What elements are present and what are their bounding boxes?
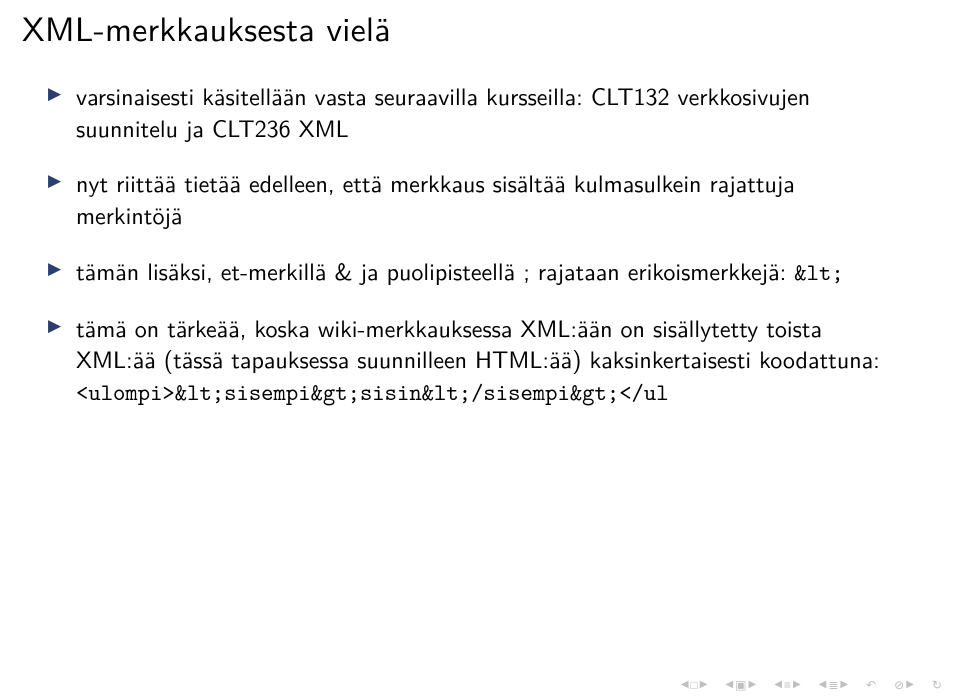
slide-body: varsinaisesti käsitellään vasta seuraavi… [0, 80, 960, 408]
bullet-text: tämä on tärkeää, koska wiki-merkkauksess… [76, 310, 880, 377]
nav-group-refresh: ↻ [932, 678, 942, 690]
bullet-item: tämä on tärkeää, koska wiki-merkkauksess… [48, 312, 904, 408]
next-frame-icon[interactable]: ▶ [749, 679, 757, 689]
next-slide-icon[interactable]: ▶ [700, 679, 708, 689]
bullet-code: &lt; [794, 257, 843, 288]
bullet-item: tämän lisäksi, et-merkillä & ja puolipis… [48, 255, 904, 288]
nav-group-section: ◀ ≡ ▶ [774, 678, 800, 690]
prev-sub-icon[interactable]: ◀ [819, 679, 827, 689]
bullet-item: nyt riittää tietää edelleen, että merkka… [48, 167, 904, 230]
frame-box-icon[interactable]: ▣ [735, 678, 746, 690]
nav-group-search: ⊘ ▶ [894, 678, 914, 690]
prev-slide-icon[interactable]: ◀ [681, 679, 689, 689]
next-section-icon[interactable]: ▶ [793, 679, 801, 689]
nav-group-subsection: ◀ ≣ ▶ [819, 678, 848, 690]
bullet-code: <ulompi>&lt;sisempi&gt;sisin&lt;/sisempi… [76, 377, 669, 408]
bullet-text: nyt riittää tietää edelleen, että merkka… [76, 165, 795, 232]
next-sub-icon[interactable]: ▶ [840, 679, 848, 689]
back-icon[interactable]: ↶ [866, 678, 876, 690]
slide: XML-merkkauksesta vielä varsinaisesti kä… [0, 0, 960, 700]
refresh-icon[interactable]: ↻ [932, 678, 942, 690]
bullet-item: varsinaisesti käsitellään vasta seuraavi… [48, 80, 904, 143]
search-next-icon[interactable]: ▶ [906, 679, 914, 689]
section-bars-icon[interactable]: ≡ [784, 678, 791, 690]
bullet-list: varsinaisesti käsitellään vasta seuraavi… [48, 80, 904, 408]
nav-group-frame: ◀ ▣ ▶ [725, 678, 756, 690]
nav-group-slide: ◀ □ ▶ [681, 678, 708, 690]
search-icon[interactable]: ⊘ [894, 678, 904, 690]
prev-frame-icon[interactable]: ◀ [725, 679, 733, 689]
slide-box-icon[interactable]: □ [691, 678, 698, 690]
bullet-text: tämän lisäksi, et-merkillä & ja puolipis… [76, 253, 794, 288]
slide-title: XML-merkkauksesta vielä [0, 0, 960, 80]
nav-group-back: ↶ [866, 678, 876, 690]
prev-section-icon[interactable]: ◀ [774, 679, 782, 689]
nav-controls: ◀ □ ▶ ◀ ▣ ▶ ◀ ≡ ▶ ◀ ≣ ▶ ↶ ⊘ ▶ ↻ [681, 678, 942, 690]
bullet-text: varsinaisesti käsitellään vasta seuraavi… [76, 78, 810, 145]
sub-bars-icon[interactable]: ≣ [828, 678, 838, 690]
